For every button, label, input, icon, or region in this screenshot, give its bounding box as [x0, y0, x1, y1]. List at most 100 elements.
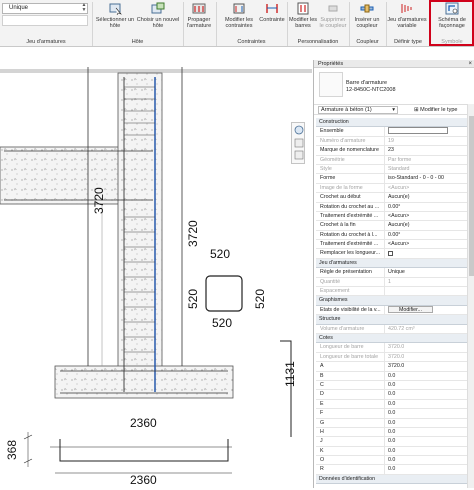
property-row[interactable]: Numéro d'armature 19: [316, 136, 467, 147]
dim-2360-top: 2360: [130, 416, 157, 430]
property-value[interactable]: Modifier...: [384, 305, 467, 315]
modify-bars-button[interactable]: Modifier les barres: [288, 2, 318, 36]
select-host-button[interactable]: Sélectionner un hôte: [95, 2, 135, 36]
property-row[interactable]: Ensemble: [316, 127, 467, 137]
override-checkbox[interactable]: [388, 250, 393, 256]
property-row[interactable]: Etats de visibilité de la v... Modifier..…: [316, 305, 467, 316]
property-category[interactable]: Structure: [316, 315, 467, 325]
property-row[interactable]: Longueur de barre 3720.0: [316, 343, 467, 353]
property-row[interactable]: Crochet à la fin Aucun(e): [316, 221, 467, 231]
property-value[interactable]: [384, 249, 467, 258]
property-value[interactable]: 0.0: [384, 371, 467, 380]
property-category[interactable]: Graphismes: [316, 296, 467, 306]
property-row[interactable]: G 0.0: [316, 418, 467, 428]
property-value[interactable]: Aucun(e): [384, 221, 467, 230]
propagate-button[interactable]: Propager l'armature: [184, 2, 214, 36]
dim-520-right: 520: [253, 288, 267, 309]
layout-dropdown[interactable]: Unique: [2, 3, 88, 14]
property-row[interactable]: Quantité 1: [316, 277, 467, 288]
property-name: B: [320, 372, 324, 379]
property-value[interactable]: 0.0: [384, 437, 467, 446]
property-row[interactable]: Forme iso-Standard - 0 - 0 - 00: [316, 174, 467, 184]
property-row[interactable]: Crochet au début Aucun(e): [316, 193, 467, 203]
property-value[interactable]: iso-Standard - 0 - 0 - 00: [384, 174, 467, 183]
property-value[interactable]: 0.0: [384, 456, 467, 465]
property-value[interactable]: 0.0: [384, 380, 467, 390]
property-name: Style: [320, 165, 332, 172]
property-value[interactable]: 23: [384, 146, 467, 155]
insert-coupler-button[interactable]: Insérer un coupleur: [350, 2, 384, 36]
property-value[interactable]: <Aucun>: [384, 211, 467, 221]
property-row[interactable]: Géométrie Par forme: [316, 155, 467, 165]
property-row[interactable]: Espacement: [316, 287, 467, 297]
property-value[interactable]: Aucun(e): [384, 193, 467, 202]
property-row[interactable]: Traitement d'extrémité ... <Aucun>: [316, 211, 467, 222]
property-value[interactable]: 3720.0: [384, 362, 467, 371]
scroll-thumb[interactable]: [469, 116, 474, 276]
close-icon[interactable]: ×: [468, 60, 472, 68]
property-row[interactable]: Longueur de barre totale 3720.0: [316, 352, 467, 363]
properties-scrollbar[interactable]: [467, 104, 474, 488]
property-value[interactable]: 0.0: [384, 446, 467, 456]
property-name: A: [320, 363, 324, 370]
property-value: 19: [384, 136, 467, 146]
property-value[interactable]: 0.0: [384, 399, 467, 409]
property-row[interactable]: Règle de présentation Unique: [316, 268, 467, 278]
property-value[interactable]: 0.00°: [384, 202, 467, 211]
ensemble-input[interactable]: [388, 127, 448, 135]
property-row[interactable]: H 0.0: [316, 427, 467, 438]
property-row[interactable]: D 0.0: [316, 390, 467, 400]
spin-arrows-icon[interactable]: ▲ ▼: [80, 3, 88, 14]
edit-type-button[interactable]: ⊞ Modifier le type: [414, 106, 457, 114]
property-row[interactable]: A 3720.0: [316, 362, 467, 372]
ribbon-field[interactable]: [2, 15, 88, 26]
property-row[interactable]: Marque de nomenclature 23: [316, 146, 467, 156]
property-name: Géométrie: [320, 156, 345, 163]
constraint-button[interactable]: Contrainte: [259, 2, 285, 36]
property-value: 420.72 cm³: [384, 324, 467, 333]
property-name: O: [320, 457, 325, 464]
property-value[interactable]: 0.0: [384, 418, 467, 427]
property-category[interactable]: Données d'identification: [316, 474, 467, 485]
property-row[interactable]: K 0.0: [316, 446, 467, 457]
property-value[interactable]: [384, 127, 467, 136]
drawing-canvas[interactable]: 3720 3720 520 520 520 520 1131 2360 368 …: [0, 47, 312, 488]
category-label: Cotes: [319, 334, 333, 341]
property-category[interactable]: Construction: [316, 118, 467, 128]
type-selector-dropdown[interactable]: Armature à béton (1) ▾: [318, 106, 398, 114]
property-row[interactable]: B 0.0: [316, 371, 467, 381]
property-name: Quantité: [320, 278, 341, 285]
property-name: Volume d'armature: [320, 325, 365, 332]
property-row[interactable]: O 0.0: [316, 456, 467, 466]
property-row[interactable]: Style Standard: [316, 164, 467, 175]
property-category[interactable]: Cotes: [316, 333, 467, 344]
new-host-button[interactable]: Choisir un nouvel hôte: [135, 2, 181, 36]
property-name: H: [320, 428, 324, 435]
property-row[interactable]: F 0.0: [316, 409, 467, 419]
property-row[interactable]: Traitement d'extrémité ... <Aucun>: [316, 240, 467, 250]
property-row[interactable]: R 0.0: [316, 465, 467, 475]
property-row[interactable]: Remplacer les longueur...: [316, 249, 467, 259]
property-value[interactable]: <Aucun>: [384, 240, 467, 249]
property-name: Règle de présentation: [320, 269, 372, 276]
property-row[interactable]: J 0.0: [316, 437, 467, 447]
property-row[interactable]: Volume d'armature 420.72 cm³: [316, 324, 467, 334]
view-navigation-bar[interactable]: [291, 122, 305, 164]
variable-set-button[interactable]: Jeu d'armatures variable: [386, 2, 428, 36]
property-row[interactable]: E 0.0: [316, 399, 467, 410]
modify-visibility-button[interactable]: Modifier...: [388, 305, 433, 313]
property-value[interactable]: Unique: [384, 268, 467, 277]
property-row[interactable]: C 0.0: [316, 380, 467, 391]
property-value: [384, 287, 467, 296]
property-row[interactable]: Rotation du crochet à l... 0.00°: [316, 230, 467, 241]
property-value[interactable]: 0.0: [384, 465, 467, 474]
property-row[interactable]: Image de la forme <Aucun>: [316, 183, 467, 194]
property-value[interactable]: 0.0: [384, 409, 467, 418]
delete-coupler-button[interactable]: Supprimer le coupleur: [318, 2, 348, 36]
property-value[interactable]: 0.00°: [384, 230, 467, 240]
property-value[interactable]: 0.0: [384, 427, 467, 437]
edit-constraints-button[interactable]: Modifier les contraintes: [219, 2, 259, 36]
property-category[interactable]: Jeu d'armatures: [316, 258, 467, 269]
property-value[interactable]: 0.0: [384, 390, 467, 399]
property-row[interactable]: Rotation du crochet au ... 0.00°: [316, 202, 467, 212]
